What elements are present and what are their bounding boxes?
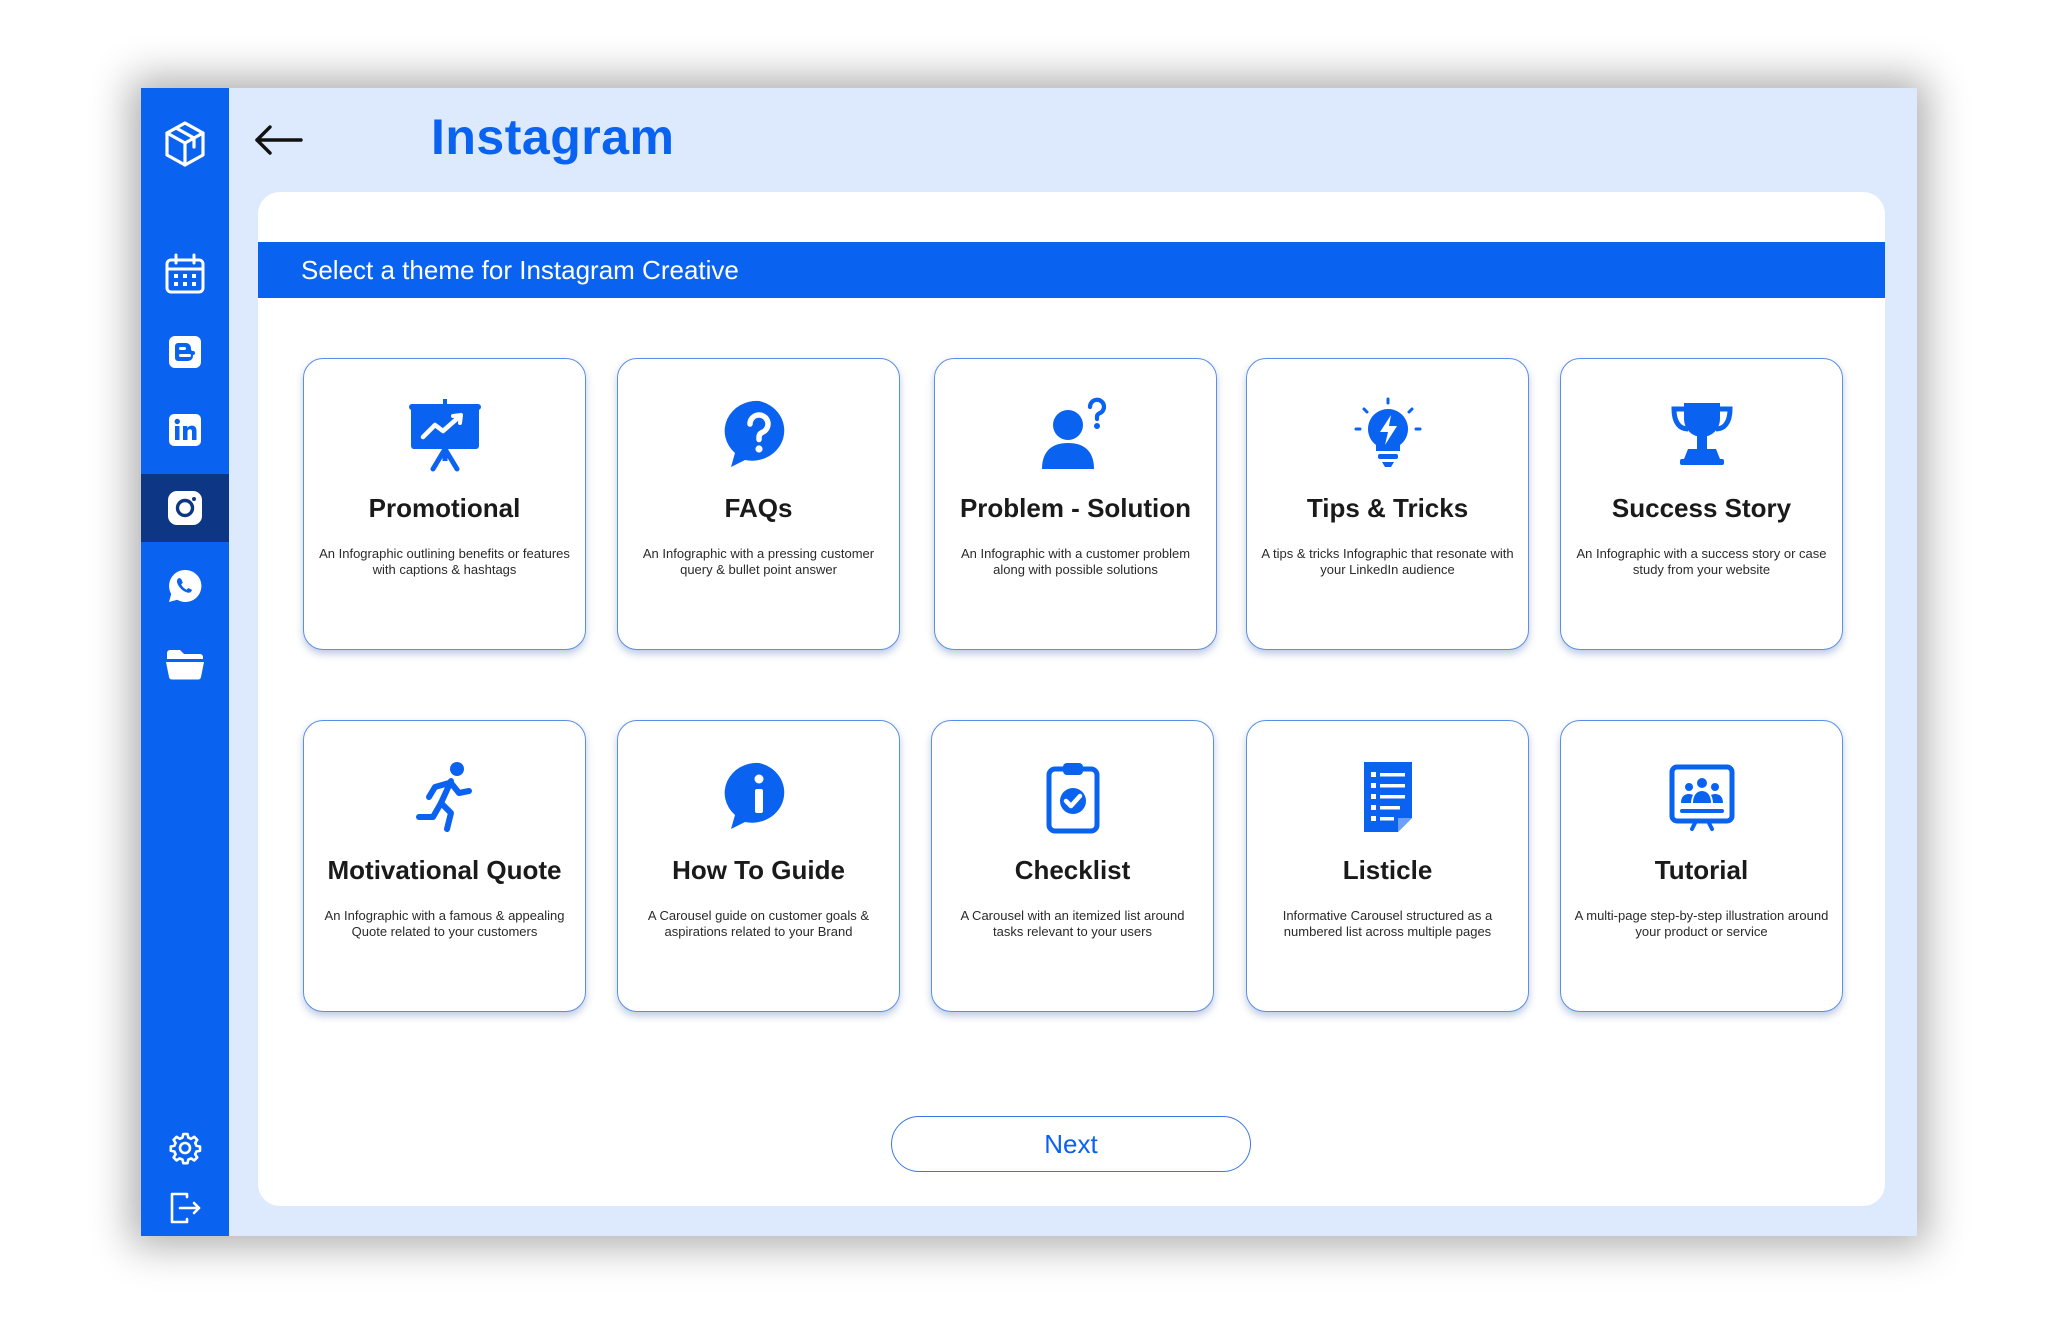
back-arrow-icon[interactable] [253,120,305,160]
sidebar-item-blogger[interactable] [141,318,229,386]
card-description: An Infographic outlining benefits or fea… [319,546,570,577]
card-description: A multi-page step-by-step illustration a… [1574,908,1829,939]
sidebar-item-logout[interactable] [141,1180,229,1236]
lightbulb-bolt-icon [1354,397,1421,467]
running-person-icon [415,762,472,832]
sidebar [141,88,229,1236]
linkedin-icon [169,414,201,446]
list-document-icon [1363,762,1412,832]
theme-card-checklist[interactable]: Checklist A Carousel with an itemized li… [931,720,1214,1012]
theme-card-how-to-guide[interactable]: How To Guide A Carousel guide on custome… [617,720,900,1012]
gear-icon [169,1132,202,1165]
app-window: Instagram Select a theme for Instagram C… [141,88,1917,1236]
card-description: An Infographic with a customer problem a… [960,546,1191,577]
person-question-icon [1041,397,1106,469]
card-description: Informative Carousel structured as a num… [1282,908,1493,939]
question-bubble-icon [724,400,784,467]
presentation-chart-icon [408,399,481,472]
logout-icon [170,1192,201,1224]
theme-card-problem-solution[interactable]: Problem - Solution An Infographic with a… [934,358,1217,650]
trophy-icon [1670,403,1733,465]
card-title: Problem - Solution [959,493,1192,523]
instagram-icon [168,491,202,525]
theme-card-motivational-quote[interactable]: Motivational Quote An Infographic with a… [303,720,586,1012]
theme-card-tips-tricks[interactable]: Tips & Tricks A tips & tricks Infographi… [1246,358,1529,650]
theme-card-tutorial[interactable]: Tutorial A multi-page step-by-step illus… [1560,720,1843,1012]
theme-card-listicle[interactable]: Listicle Informative Carousel structured… [1246,720,1529,1012]
card-description: An Infographic with a famous & appealing… [324,908,565,939]
sidebar-item-whatsapp[interactable] [141,552,229,620]
card-title: Success Story [1611,493,1792,523]
card-description: A Carousel guide on customer goals & asp… [647,908,870,939]
card-title: How To Guide [672,855,845,885]
sidebar-item-linkedin[interactable] [141,396,229,464]
whatsapp-icon [169,569,202,602]
sidebar-item-settings[interactable] [141,1120,229,1176]
card-description: An Infographic with a pressing customer … [642,546,875,577]
sidebar-item-instagram[interactable] [141,474,229,542]
calendar-icon [165,253,205,294]
card-description: An Infographic with a success story or c… [1576,546,1827,577]
logo-cube-icon[interactable] [141,108,229,180]
sidebar-item-calendar[interactable] [141,240,229,308]
card-title: Promotional [368,493,521,523]
info-bubble-icon [724,762,784,829]
theme-card-promotional[interactable]: Promotional An Infographic outlining ben… [303,358,586,650]
card-title: Listicle [1342,855,1433,885]
clipboard-check-icon [1046,763,1099,834]
panel-heading: Select a theme for Instagram Creative [258,242,1885,298]
theme-card-success-story[interactable]: Success Story An Infographic with a succ… [1560,358,1843,650]
card-title: Motivational Quote [327,855,562,885]
next-button[interactable]: Next [891,1116,1251,1172]
theme-panel: Select a theme for Instagram Creative Pr… [258,192,1885,1206]
card-description: A tips & tricks Infographic that resonat… [1261,546,1514,577]
card-title: Tips & Tricks [1306,493,1469,523]
page-title: Instagram [431,109,675,165]
sidebar-item-folder[interactable] [141,630,229,698]
card-title: Tutorial [1654,855,1749,885]
card-title: Checklist [1014,855,1131,885]
card-description: A Carousel with an itemized list around … [960,908,1185,939]
blogger-icon [169,336,201,368]
theme-card-faqs[interactable]: FAQs An Infographic with a pressing cust… [617,358,900,650]
card-title: FAQs [724,493,793,523]
presentation-group-icon [1669,764,1734,831]
header: Instagram [229,88,1917,192]
folder-icon [166,650,204,680]
